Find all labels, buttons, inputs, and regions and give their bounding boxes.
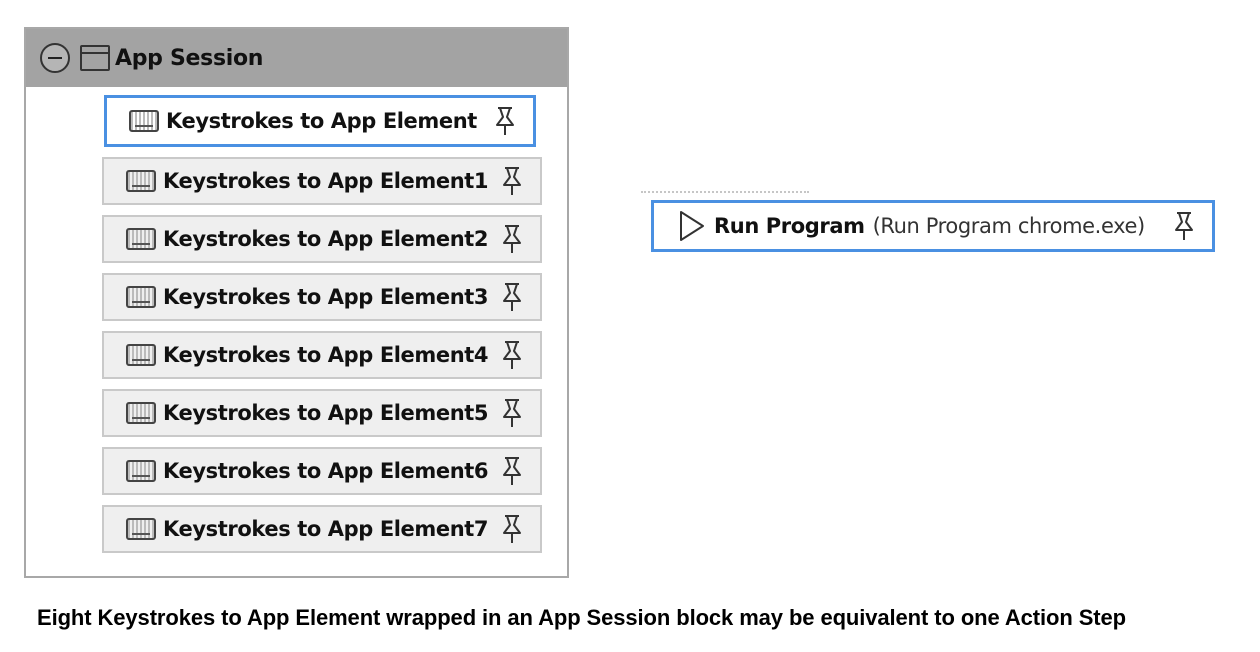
pin-icon[interactable]	[500, 513, 524, 545]
pin-icon[interactable]	[500, 339, 524, 371]
keystrokes-step[interactable]: Keystrokes to App Element5	[102, 389, 542, 437]
keystrokes-step[interactable]: Keystrokes to App Element3	[102, 273, 542, 321]
pin-icon[interactable]	[500, 455, 524, 487]
keyboard-icon	[126, 286, 156, 308]
keystrokes-step[interactable]: Keystrokes to App Element7	[102, 505, 542, 553]
run-program-detail: (Run Program chrome.exe)	[872, 214, 1146, 238]
keystrokes-step[interactable]: Keystrokes to App Element	[104, 95, 536, 147]
step-label: Keystrokes to App Element3	[163, 285, 489, 309]
keyboard-icon	[126, 170, 156, 192]
step-label: Keystrokes to App Element1	[163, 169, 489, 193]
step-label: Keystrokes to App Element6	[163, 459, 489, 483]
keystrokes-step[interactable]: Keystrokes to App Element6	[102, 447, 542, 495]
keyboard-icon	[126, 228, 156, 250]
app-session-title: App Session	[115, 45, 264, 71]
step-label: Keystrokes to App Element	[166, 109, 477, 133]
keyboard-icon	[126, 518, 156, 540]
step-label: Keystrokes to App Element4	[163, 343, 489, 367]
keyboard-icon	[126, 460, 156, 482]
caption: Eight Keystrokes to App Element wrapped …	[37, 605, 1126, 630]
keystrokes-step[interactable]: Keystrokes to App Element4	[102, 331, 542, 379]
pin-icon[interactable]	[500, 281, 524, 313]
keystrokes-step[interactable]: Keystrokes to App Element1	[102, 157, 542, 205]
keystrokes-step[interactable]: Keystrokes to App Element2	[102, 215, 542, 263]
step-label: Keystrokes to App Element2	[163, 227, 489, 251]
run-program-label: Run Program	[714, 214, 865, 238]
keyboard-icon	[129, 110, 159, 132]
pin-icon[interactable]	[500, 397, 524, 429]
drop-indicator	[641, 191, 809, 193]
keyboard-icon	[126, 344, 156, 366]
pin-icon[interactable]	[500, 223, 524, 255]
app-session-header[interactable]: App Session	[26, 29, 567, 87]
pin-icon[interactable]	[1172, 210, 1196, 242]
collapse-minus-icon[interactable]	[40, 43, 70, 73]
play-icon	[680, 211, 704, 241]
step-label: Keystrokes to App Element7	[163, 517, 489, 541]
run-program-step[interactable]: Run Program (Run Program chrome.exe)	[651, 200, 1215, 252]
window-icon	[80, 45, 110, 71]
pin-icon[interactable]	[500, 165, 524, 197]
pin-icon[interactable]	[493, 105, 517, 137]
step-label: Keystrokes to App Element5	[163, 401, 489, 425]
keyboard-icon	[126, 402, 156, 424]
